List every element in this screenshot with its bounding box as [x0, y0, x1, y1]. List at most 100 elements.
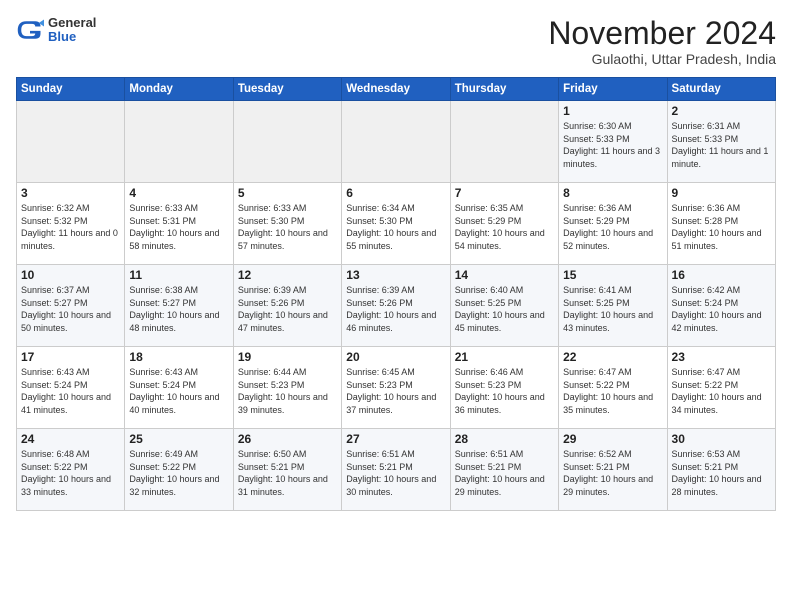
day-info: Sunrise: 6:30 AM Sunset: 5:33 PM Dayligh…: [563, 120, 662, 170]
day-info: Sunrise: 6:51 AM Sunset: 5:21 PM Dayligh…: [455, 448, 554, 498]
day-info: Sunrise: 6:47 AM Sunset: 5:22 PM Dayligh…: [672, 366, 771, 416]
day-number: 20: [346, 350, 445, 364]
day-number: 13: [346, 268, 445, 282]
day-number: 10: [21, 268, 120, 282]
day-cell: 1 Sunrise: 6:30 AM Sunset: 5:33 PM Daylig…: [559, 101, 667, 183]
day-info: Sunrise: 6:41 AM Sunset: 5:25 PM Dayligh…: [563, 284, 662, 334]
day-cell: [17, 101, 125, 183]
day-info: Sunrise: 6:40 AM Sunset: 5:25 PM Dayligh…: [455, 284, 554, 334]
day-info: Sunrise: 6:42 AM Sunset: 5:24 PM Dayligh…: [672, 284, 771, 334]
day-info: Sunrise: 6:36 AM Sunset: 5:29 PM Dayligh…: [563, 202, 662, 252]
day-cell: 19 Sunrise: 6:44 AM Sunset: 5:23 PM Dayli…: [233, 347, 341, 429]
day-cell: 6Sunrise: 6:34 AM Sunset: 5:30 PM Daylig…: [342, 183, 450, 265]
day-number: 23: [672, 350, 771, 364]
logo-text: General Blue: [48, 16, 96, 45]
day-info: Sunrise: 6:47 AM Sunset: 5:22 PM Dayligh…: [563, 366, 662, 416]
day-cell: 20 Sunrise: 6:45 AM Sunset: 5:23 PM Dayli…: [342, 347, 450, 429]
day-number: 5: [238, 186, 337, 200]
logo: General Blue: [16, 16, 96, 45]
day-cell: 11Sunrise: 6:38 AM Sunset: 5:27 PM Dayli…: [125, 265, 233, 347]
day-cell: 25 Sunrise: 6:49 AM Sunset: 5:22 PM Dayli…: [125, 429, 233, 511]
day-info: Sunrise: 6:49 AM Sunset: 5:22 PM Dayligh…: [129, 448, 228, 498]
day-number: 28: [455, 432, 554, 446]
day-number: 14: [455, 268, 554, 282]
header-row: SundayMondayTuesdayWednesdayThursdayFrid…: [17, 78, 776, 101]
title-area: November 2024 Gulaothi, Uttar Pradesh, I…: [548, 16, 776, 67]
day-number: 26: [238, 432, 337, 446]
day-cell: 30Sunrise: 6:53 AM Sunset: 5:21 PM Dayli…: [667, 429, 775, 511]
day-info: Sunrise: 6:39 AM Sunset: 5:26 PM Dayligh…: [346, 284, 445, 334]
header: General Blue November 2024 Gulaothi, Utt…: [16, 16, 776, 67]
logo-general-text: General: [48, 16, 96, 30]
day-number: 27: [346, 432, 445, 446]
header-cell-monday: Monday: [125, 78, 233, 101]
day-cell: 9Sunrise: 6:36 AM Sunset: 5:28 PM Daylig…: [667, 183, 775, 265]
day-cell: 8Sunrise: 6:36 AM Sunset: 5:29 PM Daylig…: [559, 183, 667, 265]
day-info: Sunrise: 6:44 AM Sunset: 5:23 PM Dayligh…: [238, 366, 337, 416]
day-cell: 29Sunrise: 6:52 AM Sunset: 5:21 PM Dayli…: [559, 429, 667, 511]
day-number: 17: [21, 350, 120, 364]
calendar-header: SundayMondayTuesdayWednesdayThursdayFrid…: [17, 78, 776, 101]
month-title: November 2024: [548, 16, 776, 51]
day-number: 15: [563, 268, 662, 282]
day-cell: 13 Sunrise: 6:39 AM Sunset: 5:26 PM Dayli…: [342, 265, 450, 347]
day-number: 18: [129, 350, 228, 364]
day-info: Sunrise: 6:50 AM Sunset: 5:21 PM Dayligh…: [238, 448, 337, 498]
day-number: 1: [563, 104, 662, 118]
day-info: Sunrise: 6:38 AM Sunset: 5:27 PM Dayligh…: [129, 284, 228, 334]
header-cell-thursday: Thursday: [450, 78, 558, 101]
day-cell: 24 Sunrise: 6:48 AM Sunset: 5:22 PM Dayli…: [17, 429, 125, 511]
day-info: Sunrise: 6:48 AM Sunset: 5:22 PM Dayligh…: [21, 448, 120, 498]
day-cell: 18Sunrise: 6:43 AM Sunset: 5:24 PM Dayli…: [125, 347, 233, 429]
day-number: 30: [672, 432, 771, 446]
day-number: 21: [455, 350, 554, 364]
header-cell-tuesday: Tuesday: [233, 78, 341, 101]
day-cell: 21 Sunrise: 6:46 AM Sunset: 5:23 PM Dayli…: [450, 347, 558, 429]
day-number: 22: [563, 350, 662, 364]
day-info: Sunrise: 6:35 AM Sunset: 5:29 PM Dayligh…: [455, 202, 554, 252]
day-cell: [342, 101, 450, 183]
day-number: 25: [129, 432, 228, 446]
day-cell: 2 Sunrise: 6:31 AM Sunset: 5:33 PM Daylig…: [667, 101, 775, 183]
day-cell: [125, 101, 233, 183]
week-row-2: 3Sunrise: 6:32 AM Sunset: 5:32 PM Daylig…: [17, 183, 776, 265]
day-cell: 22 Sunrise: 6:47 AM Sunset: 5:22 PM Dayli…: [559, 347, 667, 429]
day-number: 2: [672, 104, 771, 118]
day-number: 12: [238, 268, 337, 282]
day-cell: 3Sunrise: 6:32 AM Sunset: 5:32 PM Daylig…: [17, 183, 125, 265]
day-info: Sunrise: 6:46 AM Sunset: 5:23 PM Dayligh…: [455, 366, 554, 416]
logo-icon: [16, 16, 44, 44]
day-cell: 23 Sunrise: 6:47 AM Sunset: 5:22 PM Dayli…: [667, 347, 775, 429]
day-cell: 5 Sunrise: 6:33 AM Sunset: 5:30 PM Daylig…: [233, 183, 341, 265]
day-info: Sunrise: 6:37 AM Sunset: 5:27 PM Dayligh…: [21, 284, 120, 334]
week-row-4: 17 Sunrise: 6:43 AM Sunset: 5:24 PM Dayli…: [17, 347, 776, 429]
day-info: Sunrise: 6:34 AM Sunset: 5:30 PM Dayligh…: [346, 202, 445, 252]
day-info: Sunrise: 6:32 AM Sunset: 5:32 PM Dayligh…: [21, 202, 120, 252]
day-number: 19: [238, 350, 337, 364]
day-info: Sunrise: 6:43 AM Sunset: 5:24 PM Dayligh…: [21, 366, 120, 416]
day-info: Sunrise: 6:45 AM Sunset: 5:23 PM Dayligh…: [346, 366, 445, 416]
day-info: Sunrise: 6:33 AM Sunset: 5:30 PM Dayligh…: [238, 202, 337, 252]
day-cell: 16 Sunrise: 6:42 AM Sunset: 5:24 PM Dayli…: [667, 265, 775, 347]
header-cell-friday: Friday: [559, 78, 667, 101]
day-cell: 12Sunrise: 6:39 AM Sunset: 5:26 PM Dayli…: [233, 265, 341, 347]
calendar-body: 1 Sunrise: 6:30 AM Sunset: 5:33 PM Daylig…: [17, 101, 776, 511]
day-info: Sunrise: 6:36 AM Sunset: 5:28 PM Dayligh…: [672, 202, 771, 252]
day-info: Sunrise: 6:31 AM Sunset: 5:33 PM Dayligh…: [672, 120, 771, 170]
day-info: Sunrise: 6:51 AM Sunset: 5:21 PM Dayligh…: [346, 448, 445, 498]
week-row-3: 10 Sunrise: 6:37 AM Sunset: 5:27 PM Dayli…: [17, 265, 776, 347]
day-number: 24: [21, 432, 120, 446]
day-cell: [233, 101, 341, 183]
day-cell: 14 Sunrise: 6:40 AM Sunset: 5:25 PM Dayli…: [450, 265, 558, 347]
day-cell: 4Sunrise: 6:33 AM Sunset: 5:31 PM Daylig…: [125, 183, 233, 265]
subtitle: Gulaothi, Uttar Pradesh, India: [548, 51, 776, 67]
header-cell-saturday: Saturday: [667, 78, 775, 101]
day-cell: 26 Sunrise: 6:50 AM Sunset: 5:21 PM Dayli…: [233, 429, 341, 511]
day-cell: 7Sunrise: 6:35 AM Sunset: 5:29 PM Daylig…: [450, 183, 558, 265]
calendar-table: SundayMondayTuesdayWednesdayThursdayFrid…: [16, 77, 776, 511]
day-number: 16: [672, 268, 771, 282]
day-cell: 28 Sunrise: 6:51 AM Sunset: 5:21 PM Dayli…: [450, 429, 558, 511]
day-number: 4: [129, 186, 228, 200]
header-cell-sunday: Sunday: [17, 78, 125, 101]
day-info: Sunrise: 6:52 AM Sunset: 5:21 PM Dayligh…: [563, 448, 662, 498]
